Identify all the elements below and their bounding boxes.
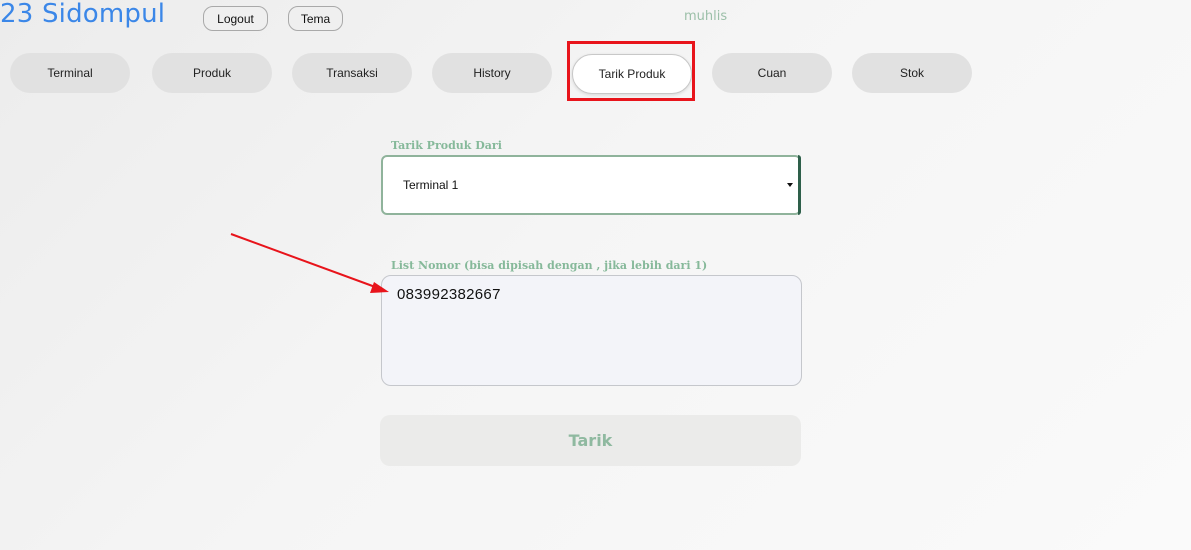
app-title: 23 Sidompul bbox=[0, 0, 166, 29]
tab-tarik-produk[interactable]: Tarik Produk bbox=[572, 54, 692, 94]
numbers-textarea[interactable]: 083992382667 bbox=[381, 275, 802, 386]
arrow-line bbox=[230, 233, 379, 289]
numbers-textarea-label: List Nomor (bisa dipisah dengan , jika l… bbox=[391, 259, 708, 272]
logout-button[interactable]: Logout bbox=[203, 6, 268, 31]
tab-produk[interactable]: Produk bbox=[152, 53, 272, 93]
select-edge bbox=[798, 155, 801, 215]
source-select-label: Tarik Produk Dari bbox=[391, 139, 502, 152]
theme-button[interactable]: Tema bbox=[288, 6, 343, 31]
username-label: muhlis bbox=[684, 9, 728, 24]
tab-stok[interactable]: Stok bbox=[852, 53, 972, 93]
numbers-textarea-value: 083992382667 bbox=[397, 286, 501, 303]
source-select[interactable]: Terminal 1 bbox=[381, 155, 801, 215]
tab-transaksi[interactable]: Transaksi bbox=[292, 53, 412, 93]
tab-cuan[interactable]: Cuan bbox=[712, 53, 832, 93]
chevron-down-icon bbox=[787, 183, 793, 187]
tarik-button[interactable]: Tarik bbox=[380, 415, 801, 466]
tab-terminal[interactable]: Terminal bbox=[10, 53, 130, 93]
source-select-value: Terminal 1 bbox=[403, 178, 459, 192]
tab-history[interactable]: History bbox=[432, 53, 552, 93]
